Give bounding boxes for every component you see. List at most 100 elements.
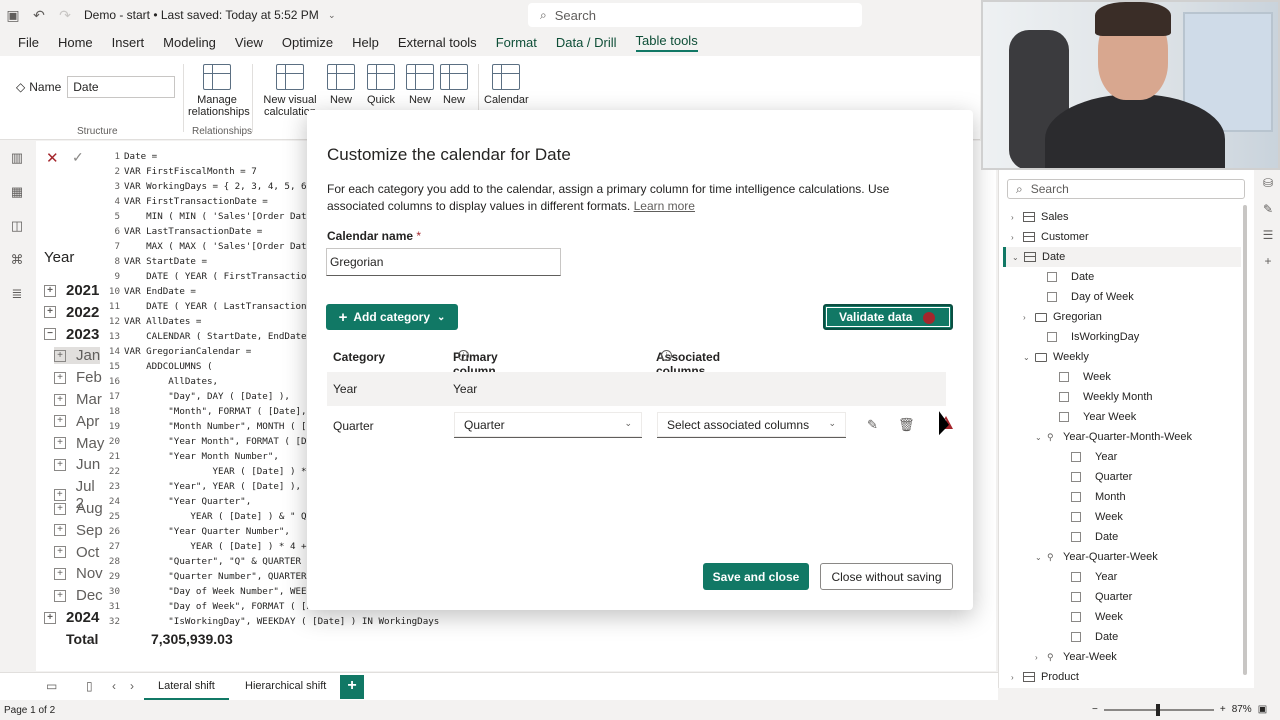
menu-external-tools[interactable]: External tools xyxy=(398,35,477,50)
expand-toggle-icon[interactable]: + xyxy=(54,546,66,559)
add-pane-icon[interactable]: + xyxy=(1256,248,1280,274)
field-list-item[interactable]: Date xyxy=(1035,267,1241,287)
field-list-item[interactable]: Quarter xyxy=(1059,587,1241,607)
field-list-item[interactable]: IsWorkingDay xyxy=(1035,327,1241,347)
chevron-icon[interactable]: › xyxy=(1011,673,1023,682)
chevron-icon[interactable]: ⌄ xyxy=(1035,553,1047,562)
new-measure-button[interactable]: New xyxy=(326,64,356,106)
calendar-button[interactable]: Calendar xyxy=(484,64,529,106)
table-view-icon[interactable]: ▦ xyxy=(0,175,34,209)
field-list-item[interactable]: Day of Week xyxy=(1035,287,1241,307)
calendar-name-input[interactable]: Gregorian xyxy=(326,248,561,276)
expand-toggle-icon[interactable]: + xyxy=(54,524,66,537)
matrix-row[interactable]: + Mar xyxy=(54,391,102,408)
matrix-row[interactable]: + Nov xyxy=(54,565,103,582)
delete-icon[interactable]: 🗑 xyxy=(898,417,915,433)
field-list-item[interactable]: Date xyxy=(1059,527,1241,547)
field-list-item[interactable]: Year xyxy=(1059,567,1241,587)
matrix-row[interactable]: + May xyxy=(54,435,104,452)
save-and-close-button[interactable]: Save and close xyxy=(703,563,809,590)
menu-help[interactable]: Help xyxy=(352,35,379,50)
checkbox[interactable] xyxy=(1071,492,1081,502)
tab-hierarchical-shift[interactable]: Hierarchical shift xyxy=(231,673,340,701)
info-icon[interactable]: i xyxy=(661,350,672,361)
close-without-saving-button[interactable]: Close without saving xyxy=(820,563,953,590)
chevron-icon[interactable]: ⌄ xyxy=(1012,253,1024,262)
zoom-slider[interactable] xyxy=(1103,703,1214,716)
expand-toggle-icon[interactable]: + xyxy=(54,437,66,450)
expand-toggle-icon[interactable]: + xyxy=(44,306,56,319)
field-list-item[interactable]: Month xyxy=(1059,487,1241,507)
save-icon[interactable]: ▣ xyxy=(0,7,26,24)
checkbox[interactable] xyxy=(1071,532,1081,542)
chevron-icon[interactable]: ⌄ xyxy=(1035,433,1047,442)
report-view-icon[interactable]: ▥ xyxy=(0,141,34,175)
checkbox[interactable] xyxy=(1071,572,1081,582)
edit-icon[interactable]: ✎ xyxy=(867,417,878,433)
expand-toggle-icon[interactable]: + xyxy=(54,371,66,384)
chevron-icon[interactable]: ⌄ xyxy=(1023,353,1035,362)
format-pane-icon[interactable]: ✎ xyxy=(1256,196,1280,222)
name-input[interactable]: Date xyxy=(67,76,176,98)
field-list-item[interactable]: ⌄ Date xyxy=(1003,247,1241,267)
expand-toggle-icon[interactable]: + xyxy=(54,502,66,515)
matrix-row[interactable]: + Apr xyxy=(54,413,99,430)
global-search[interactable]: ⌕ Search xyxy=(528,3,862,27)
primary-column-dropdown[interactable]: Quarter ⌄ xyxy=(454,412,642,438)
field-list-item[interactable]: Quarter xyxy=(1059,467,1241,487)
mobile-layout-icon[interactable]: ▯ xyxy=(86,679,93,693)
expand-toggle-icon[interactable]: + xyxy=(54,589,66,602)
menu-file[interactable]: File xyxy=(18,35,39,50)
tmdl-view-icon[interactable]: ≣ xyxy=(0,277,34,311)
matrix-row[interactable]: + Jun xyxy=(54,456,100,473)
field-list-item[interactable]: ⌄ Weekly xyxy=(1023,347,1241,367)
field-list-item[interactable]: › Customer xyxy=(1011,227,1241,247)
expand-toggle-icon[interactable]: + xyxy=(44,611,56,624)
checkbox[interactable] xyxy=(1059,392,1069,402)
checkbox[interactable] xyxy=(1059,412,1069,422)
quick-measure-button[interactable]: Quick xyxy=(366,64,396,106)
matrix-row[interactable]: + Aug xyxy=(54,500,103,517)
commit-formula-icon[interactable]: ✓ xyxy=(72,149,84,166)
document-title[interactable]: Demo - start • Last saved: Today at 5:52… xyxy=(84,8,319,22)
checkbox[interactable] xyxy=(1071,452,1081,462)
chevron-left-icon[interactable]: ‹ xyxy=(112,679,116,693)
checkbox[interactable] xyxy=(1059,372,1069,382)
dax-query-icon[interactable]: ⌘ xyxy=(0,243,34,277)
chevron-down-icon[interactable]: ⌄ xyxy=(319,10,345,21)
expand-toggle-icon[interactable]: − xyxy=(44,328,56,341)
fit-page-icon[interactable]: ▣ xyxy=(1258,704,1267,715)
expand-toggle-icon[interactable]: + xyxy=(44,284,56,297)
field-list-item[interactable]: Weekly Month xyxy=(1047,387,1241,407)
expand-toggle-icon[interactable]: + xyxy=(54,349,66,362)
field-list-item[interactable]: Week xyxy=(1059,607,1241,627)
new-table-button[interactable]: New xyxy=(439,64,469,106)
field-list-item[interactable]: Date xyxy=(1059,627,1241,647)
checkbox[interactable] xyxy=(1071,472,1081,482)
chevron-icon[interactable]: › xyxy=(1011,213,1023,222)
add-page-button[interactable]: + xyxy=(340,675,364,699)
checkbox[interactable] xyxy=(1071,512,1081,522)
properties-pane-icon[interactable]: ☰ xyxy=(1256,222,1280,248)
expand-toggle-icon[interactable]: + xyxy=(54,393,66,406)
expand-toggle-icon[interactable]: + xyxy=(54,415,66,428)
chevron-icon[interactable]: › xyxy=(1011,233,1023,242)
menu-table-tools[interactable]: Table tools xyxy=(635,33,698,52)
new-column-button[interactable]: New xyxy=(405,64,435,106)
associated-columns-dropdown[interactable]: Select associated columns ⌄ xyxy=(657,412,846,438)
manage-relationships-button[interactable]: Manage relationships xyxy=(188,64,250,118)
field-list-item[interactable]: ⌄ ⚲ Year-Quarter-Month-Week xyxy=(1035,427,1241,447)
field-list-item[interactable]: › ⚲ Year-Week xyxy=(1035,647,1241,667)
field-list-item[interactable]: ⌄ ⚲ Year-Quarter-Week xyxy=(1035,547,1241,567)
matrix-row[interactable]: +2021 xyxy=(44,282,99,299)
checkbox[interactable] xyxy=(1047,332,1057,342)
field-list-item[interactable]: › Sales xyxy=(1011,207,1241,227)
chevron-right-icon[interactable]: › xyxy=(130,679,134,693)
validate-data-button[interactable]: Validate data xyxy=(823,304,953,330)
redo-icon[interactable]: ↷ xyxy=(52,7,78,24)
matrix-row[interactable]: +2022 xyxy=(44,304,99,321)
info-icon[interactable]: i xyxy=(458,350,469,361)
menu-home[interactable]: Home xyxy=(58,35,93,50)
data-pane-scrollbar[interactable] xyxy=(1243,205,1247,675)
matrix-row[interactable]: −2023 xyxy=(44,326,99,343)
